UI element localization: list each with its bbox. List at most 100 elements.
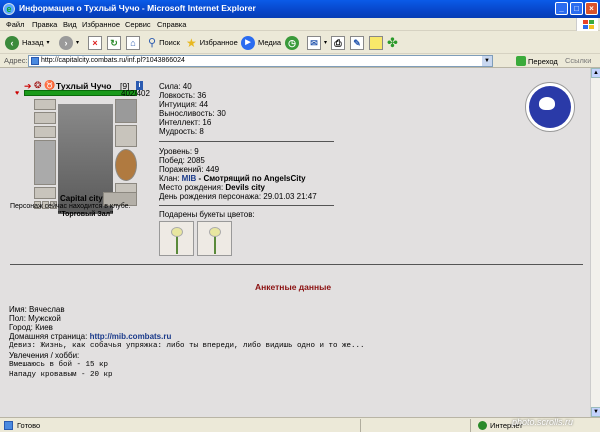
title-bar: e Информация о Тухлый Чучо - Microsoft I… (0, 0, 600, 18)
homepage-link[interactable]: http://mib.combats.ru (90, 332, 172, 341)
record-clan: Клан: MIB - Смотрящий по AngelsCity (159, 174, 306, 183)
go-arrow-icon (516, 56, 526, 66)
profile-name: Имя: Вячеслав (9, 305, 65, 314)
menu-tools[interactable]: Сервис (125, 20, 151, 29)
flower-bouquet-1[interactable] (159, 221, 194, 256)
amulet-slot[interactable] (34, 126, 56, 138)
page-icon (31, 57, 39, 65)
edit-icon: ✎ (350, 35, 364, 50)
internet-zone-icon (478, 421, 487, 430)
stop-button[interactable]: × (88, 34, 102, 51)
page-content: ➔ ❂ ♉ Тухлый Чучо [9] i ♥ 402/402 Capita… (0, 68, 590, 417)
stat-agility: Ловкость: 36 (159, 91, 207, 100)
profile-motto: Девиз: Жизнь, как собачья упряжка: либо … (9, 342, 365, 350)
favorites-button[interactable]: ★ Избранное (186, 34, 238, 51)
home-icon: ⌂ (126, 35, 140, 50)
chevron-down-icon: ▾ (46, 40, 50, 46)
clover-icon: ✤ (387, 34, 398, 50)
search-label: Поиск (159, 38, 180, 47)
chevron-down-icon: ▾ (76, 40, 80, 46)
record-birthplace: Место рождения: Devils city (159, 183, 265, 192)
clan-role: - Смотрящий по AngelsCity (196, 174, 306, 183)
clan-label: Клан: (159, 174, 180, 183)
stat-intuition: Интуиция: 44 (159, 100, 209, 109)
refresh-button[interactable]: ↻ (107, 34, 121, 51)
print-icon: ⎙ (331, 35, 345, 50)
home-button[interactable]: ⌂ (126, 34, 140, 51)
stat-intellect: Интеллект: 16 (159, 118, 212, 127)
shield-slot[interactable] (115, 149, 137, 181)
stop-icon: × (88, 35, 102, 50)
menu-help[interactable]: Справка (157, 20, 186, 29)
status-separator (470, 419, 471, 432)
menu-edit[interactable]: Правка (32, 20, 57, 29)
mail-icon: ✉ (307, 35, 321, 50)
gloves-slot[interactable] (115, 125, 137, 147)
close-button[interactable]: × (585, 2, 598, 15)
star-icon: ★ (186, 35, 197, 50)
record-divider (159, 205, 334, 206)
record-losses: Поражений: 449 (159, 165, 220, 174)
profile-sex: Пол: Мужской (9, 314, 61, 323)
menu-favorites[interactable]: Избранное (82, 20, 120, 29)
refresh-icon: ↻ (107, 35, 121, 50)
profile-homepage: Домашняя страница: http://mib.combats.ru (9, 332, 171, 341)
back-label: Назад (22, 38, 44, 47)
menu-bar: Файл Правка Вид Избранное Сервис Справка (0, 18, 600, 31)
toolbar: ‹ Назад ▾ › ▾ × ↻ ⌂ ⚲ Поиск ★ Избранное … (0, 31, 600, 54)
address-label: Адрес: (4, 56, 28, 65)
status-text: Готово (17, 421, 41, 430)
clan-emblem (525, 82, 575, 132)
armor-slot[interactable] (34, 187, 56, 199)
homepage-label: Домашняя страница: (9, 332, 88, 341)
weapon-slot[interactable] (34, 140, 56, 185)
helmet-slot[interactable] (34, 99, 56, 110)
profile-heading: Анкетные данные (255, 282, 332, 292)
mail-button[interactable]: ✉ ▾ (307, 34, 327, 51)
chevron-down-icon: ▾ (324, 40, 328, 46)
stat-wisdom: Мудрость: 8 (159, 127, 204, 136)
stats-divider (159, 141, 334, 142)
profile-hobby-line-2: Нападу кровавым - 20 кр (9, 371, 113, 379)
vertical-scrollbar[interactable]: ▲ ▼ (590, 68, 600, 417)
flower-bouquet-2[interactable] (197, 221, 232, 256)
address-url: http://capitalcity.combats.ru/inf.pl?104… (41, 57, 185, 64)
hp-value: 402/402 (121, 89, 150, 98)
media-button[interactable]: ▶ Медиа (241, 34, 281, 51)
maximize-button[interactable]: □ (570, 2, 583, 15)
forward-arrow-icon: › (59, 35, 73, 50)
record-level: Уровень: 9 (159, 147, 199, 156)
address-dropdown-icon[interactable]: ▼ (482, 56, 492, 66)
history-button[interactable]: ◷ (285, 34, 299, 51)
page-done-icon (4, 421, 13, 430)
go-label: Переход (528, 56, 558, 66)
media-icon: ▶ (241, 35, 255, 50)
go-button[interactable]: Переход (516, 55, 558, 67)
menu-file[interactable]: Файл (6, 20, 24, 29)
crab-icon (539, 97, 555, 110)
scroll-down-icon[interactable]: ▼ (591, 407, 600, 417)
address-input[interactable]: http://capitalcity.combats.ru/inf.pl?104… (28, 55, 493, 67)
minimize-button[interactable]: _ (555, 2, 568, 15)
links-button[interactable]: Ссылки (565, 56, 591, 65)
scroll-up-icon[interactable]: ▲ (591, 68, 600, 78)
location-city: Capital city (60, 194, 103, 203)
back-arrow-icon: ‹ (5, 35, 19, 50)
helm-slot[interactable] (115, 99, 137, 123)
back-button[interactable]: ‹ Назад ▾ (5, 34, 50, 51)
watermark: photo.scrolls.ru (512, 417, 574, 427)
forward-button[interactable]: › ▾ (59, 34, 79, 51)
windows-logo-icon (576, 18, 598, 31)
search-button[interactable]: ⚲ Поиск (148, 34, 180, 51)
clan-link[interactable]: MIB (182, 174, 197, 183)
messenger-button[interactable]: ✤ (387, 34, 398, 51)
profile-city: Город: Киев (9, 323, 53, 332)
profile-hobby-label: Увлечения / хобби: (9, 351, 80, 360)
edit-button[interactable]: ✎ (350, 34, 364, 51)
print-button[interactable]: ⎙ (331, 34, 345, 51)
location-note: Персонаж сейчас находится в клубе. (10, 203, 131, 210)
note-icon (369, 35, 383, 50)
notes-button[interactable] (369, 34, 383, 51)
menu-view[interactable]: Вид (63, 20, 77, 29)
earrings-slot[interactable] (34, 112, 56, 124)
